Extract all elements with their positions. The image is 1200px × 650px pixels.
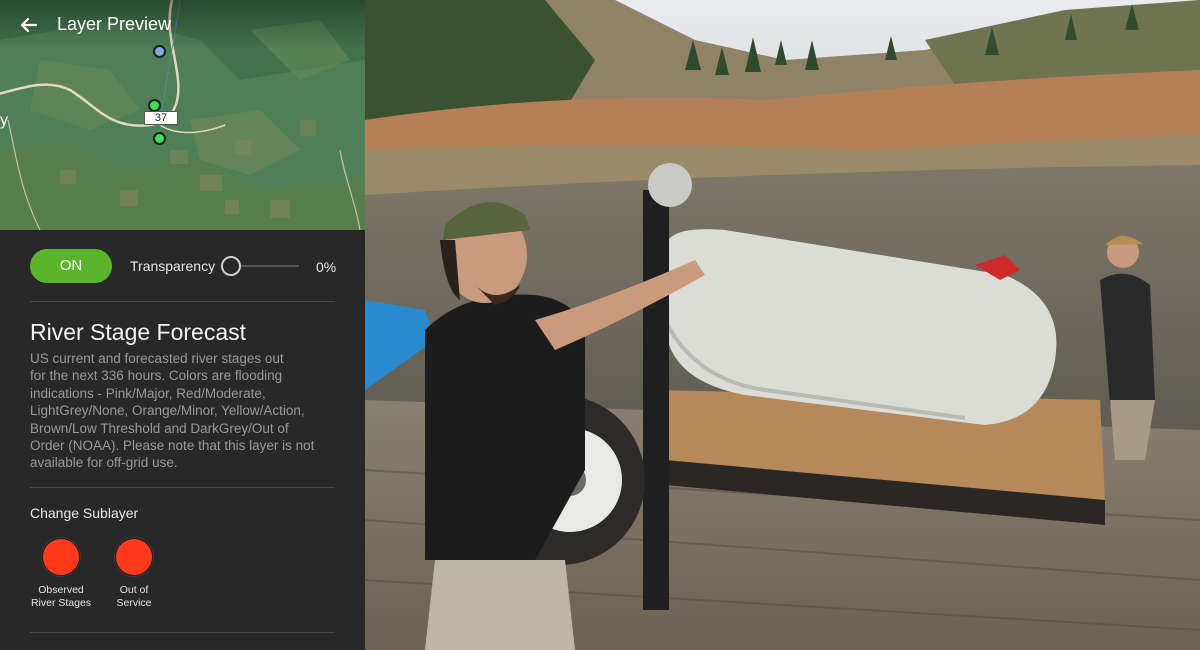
sublayer-label: Observed River Stages: [30, 584, 92, 609]
background-photo: [365, 0, 1200, 650]
sublayer-option-out-of-service[interactable]: Out of Service: [99, 538, 169, 610]
sublayer-label: Out of Service: [116, 584, 152, 609]
back-button[interactable]: [14, 10, 44, 40]
transparency-label: Transparency: [130, 258, 216, 274]
divider: [30, 301, 335, 302]
layer-description: US current and forecasted river stages o…: [30, 351, 315, 471]
layer-title: River Stage Forecast: [30, 319, 247, 345]
sublayer-section-title: Change Sublayer: [30, 505, 139, 521]
layer-toggle-button[interactable]: ON: [30, 249, 112, 283]
transparency-value: 0%: [316, 259, 337, 275]
sublayer-option-observed-river-stages[interactable]: Observed River Stages: [26, 538, 96, 610]
layer-controls: ON Transparency 0%: [30, 249, 337, 283]
transparency-slider-thumb[interactable]: [221, 256, 241, 276]
map-marker-green[interactable]: [153, 132, 166, 145]
transparency-slider-track[interactable]: [231, 265, 299, 267]
page-title: Layer Preview: [57, 14, 172, 34]
arrow-left-icon: [20, 17, 38, 33]
sublayer-color-dot: [115, 538, 153, 576]
layer-preview-panel: Layer Preview y 37 ON Transparency 0% Ri…: [0, 0, 365, 650]
sublayer-color-dot: [42, 538, 80, 576]
divider: [30, 632, 335, 633]
map-marker-blue[interactable]: [153, 45, 166, 58]
river-rafting-photo: [365, 0, 1200, 650]
road-number-badge: 37: [144, 111, 178, 125]
map-preview[interactable]: Layer Preview y 37: [0, 0, 365, 230]
divider: [30, 487, 335, 488]
map-place-label: y: [0, 112, 8, 129]
map-header: [0, 0, 365, 50]
